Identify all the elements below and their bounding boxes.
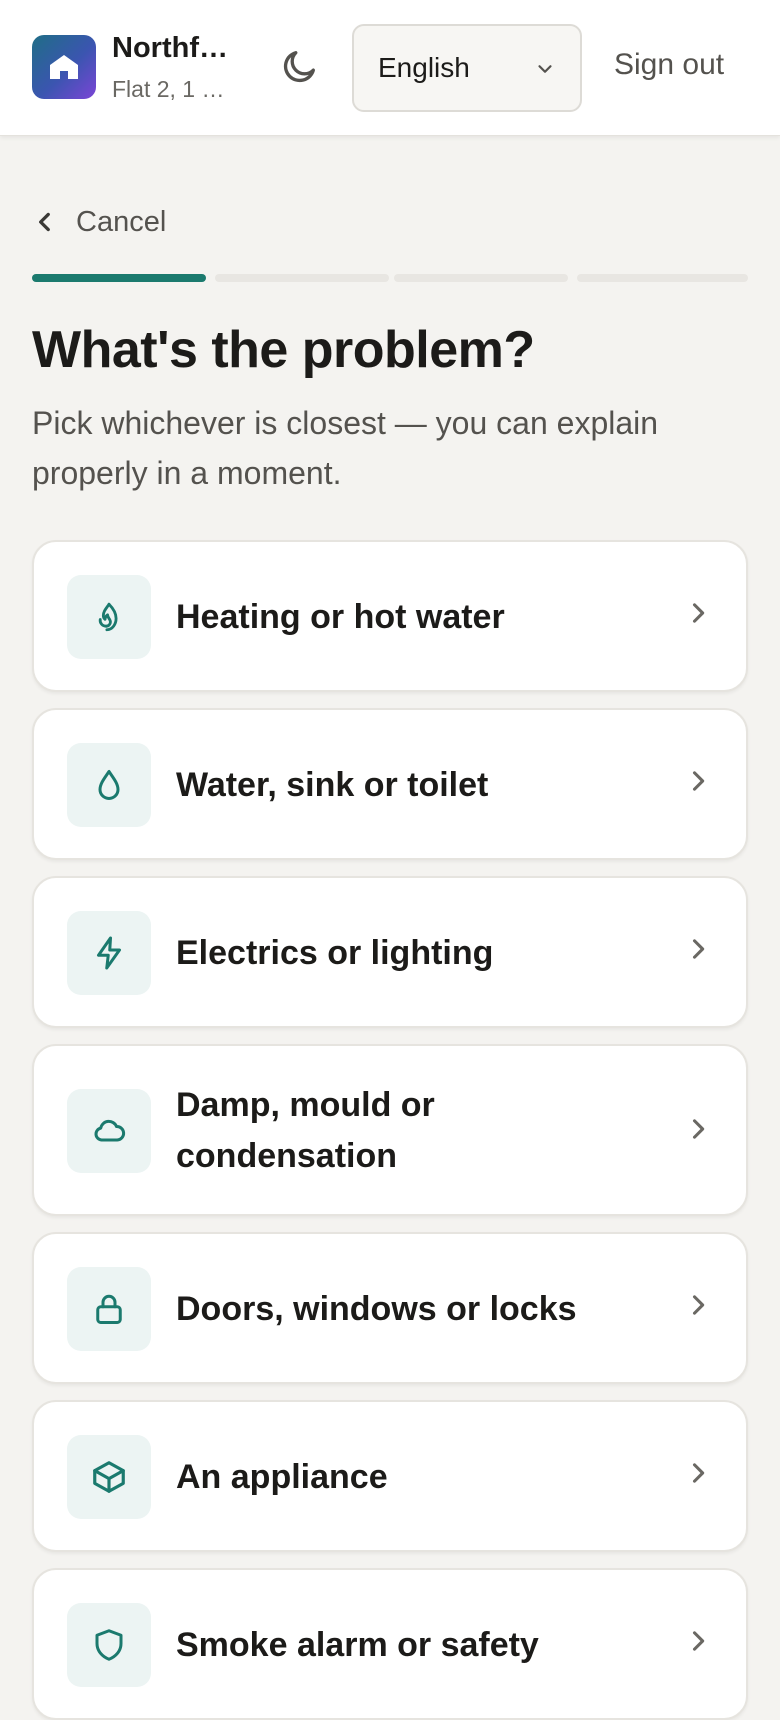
cancel-label: Cancel [76,205,167,238]
progress-step-4 [577,274,748,282]
app-logo [32,35,96,99]
shield-icon [95,1629,123,1661]
chevron-right-icon [692,939,705,959]
droplet-icon [98,770,120,800]
flame-icon [98,602,118,632]
category-label: Heating or hot water [176,598,505,636]
sign-out-button[interactable]: Sign out [614,48,724,82]
category-icon-tile [67,1267,151,1351]
box-icon [93,1461,125,1493]
category-label: Electrics or lighting [176,934,494,972]
progress-step-1 [32,274,206,282]
category-icon-tile [67,1435,151,1519]
step-progress [32,274,748,282]
cancel-button[interactable]: Cancel [32,200,166,244]
cloud-icon [94,1119,126,1142]
category-icon-tile [67,743,151,827]
category-appliance[interactable]: An appliance [32,1400,748,1552]
chevron-right-icon [692,1631,705,1651]
organisation-name: Northf… [112,32,228,64]
category-icon-tile [67,575,151,659]
category-icon-tile [67,1089,151,1173]
page-title: What's the problem? [32,321,535,379]
page-subtitle: Pick whichever is closest — you can expl… [32,405,659,491]
chevron-right-icon [692,1295,705,1315]
language-select[interactable]: English [352,24,582,112]
category-doors[interactable]: Doors, windows or locks [32,1232,748,1384]
theme-toggle-button[interactable] [272,38,328,94]
language-selected-value: English [378,52,470,83]
progress-step-3 [394,274,568,282]
category-icon-tile [67,911,151,995]
category-label: Damp, mould or condensation [176,1086,435,1175]
app-header: Northf… Flat 2, 1 … English Sign out [0,0,780,136]
category-heating[interactable]: Heating or hot water [32,540,748,692]
lightning-icon [97,936,121,970]
category-label: Water, sink or toilet [176,766,489,804]
moon-icon [283,51,315,83]
category-damp[interactable]: Damp, mould or condensation [32,1044,748,1216]
category-safety[interactable]: Smoke alarm or safety [32,1568,748,1720]
category-icon-tile [67,1603,151,1687]
property-address: Flat 2, 1 … [112,76,225,102]
lock-icon [96,1294,122,1324]
home-icon [50,55,78,79]
category-label: Doors, windows or locks [176,1290,577,1328]
category-water[interactable]: Water, sink or toilet [32,708,748,860]
chevron-left-icon [39,212,50,232]
category-label: Smoke alarm or safety [176,1626,539,1664]
progress-step-2 [215,274,389,282]
chevron-down-icon [538,65,552,73]
chevron-right-icon [692,1463,705,1483]
chevron-right-icon [692,1119,705,1139]
chevron-right-icon [692,603,705,623]
category-electrics[interactable]: Electrics or lighting [32,876,748,1028]
chevron-right-icon [692,771,705,791]
category-label: An appliance [176,1458,388,1496]
